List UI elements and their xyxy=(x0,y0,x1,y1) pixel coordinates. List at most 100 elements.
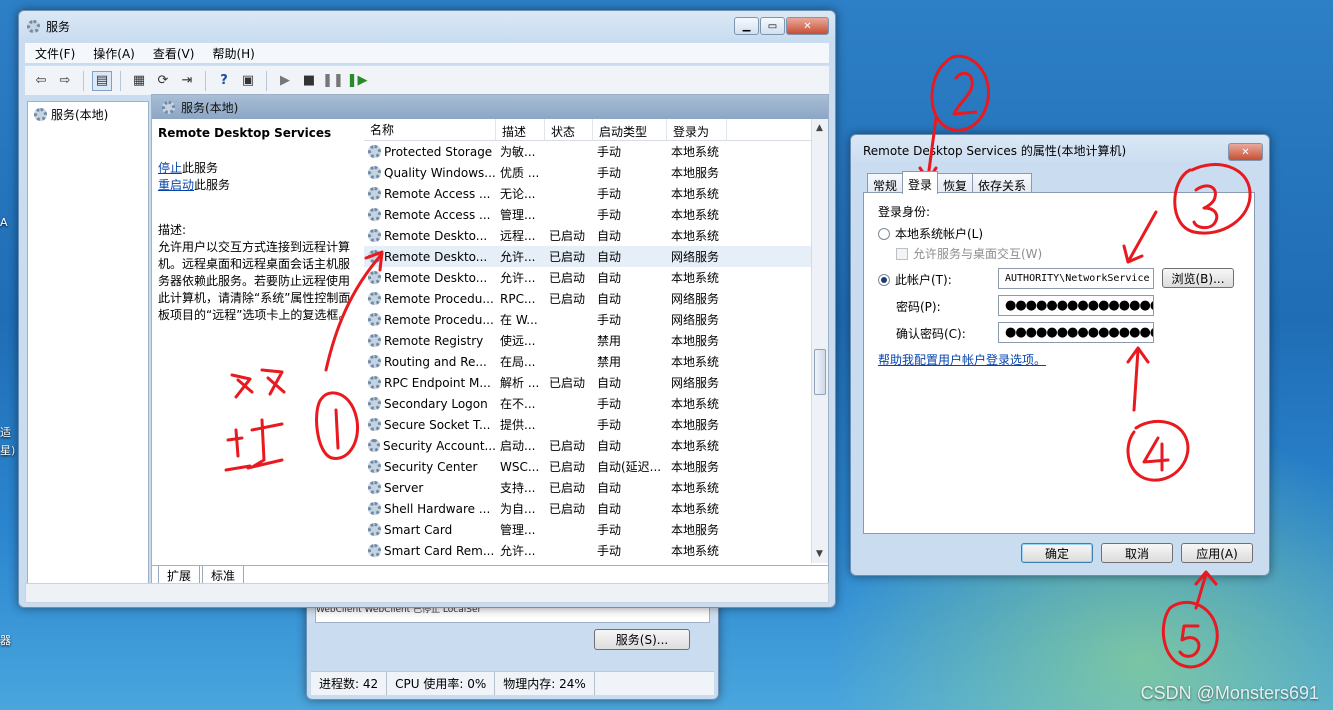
status-bar xyxy=(25,583,829,603)
table-row[interactable]: Protected Storage 为敏... 手动 本地系统 xyxy=(364,141,828,162)
table-row[interactable]: Secure Socket T... 提供... 手动 本地服务 xyxy=(364,414,828,435)
this-account-label[interactable]: 此帐户(T): xyxy=(895,271,952,288)
services-titlebar[interactable]: 服务 xyxy=(19,11,835,41)
table-row[interactable]: Smart Card Rem... 允许... 手动 本地系统 xyxy=(364,540,828,561)
stop-service-icon[interactable]: ■ xyxy=(299,71,319,91)
table-row[interactable]: Remote Registry 使远... 禁用 本地服务 xyxy=(364,330,828,351)
desktop-icon-label[interactable]: 器 xyxy=(0,632,11,648)
column-logon-as[interactable]: 登录为 xyxy=(667,119,727,140)
service-gear-icon xyxy=(368,208,381,221)
list-body: Protected Storage 为敏... 手动 本地系统 Quality Wind… xyxy=(364,141,828,561)
restart-link-suffix: 此服务 xyxy=(194,178,231,192)
cell-startup-type: 手动 xyxy=(597,208,622,222)
cell-status: 已启动 xyxy=(549,250,586,264)
tab-logon[interactable]: 登录 xyxy=(902,171,939,194)
dialog-titlebar[interactable]: Remote Desktop Services 的属性(本地计算机) xyxy=(851,135,1269,165)
account-field[interactable]: AUTHORITY\NetworkService xyxy=(998,268,1154,289)
scroll-thumb[interactable] xyxy=(814,349,826,395)
restart-service-link[interactable]: 重启动 xyxy=(158,178,194,192)
menu-view[interactable]: 查看(V) xyxy=(153,45,195,62)
cell-logon-as: 本地系统 xyxy=(671,208,720,222)
console-icon[interactable]: ▣ xyxy=(238,71,258,91)
cell-name-text: Security Center xyxy=(384,459,478,474)
service-gear-icon xyxy=(368,229,381,242)
allow-desktop-label[interactable]: 允许服务与桌面交互(W) xyxy=(913,245,1042,262)
local-system-radio[interactable] xyxy=(878,227,890,240)
table-row[interactable]: Remote Access ... 管理... 手动 本地系统 xyxy=(364,204,828,225)
cell-description: 启动... xyxy=(500,439,536,453)
vertical-scrollbar[interactable]: ▲ ▼ xyxy=(811,119,828,563)
properties-icon[interactable]: ▦ xyxy=(129,71,149,91)
desktop-icon-label[interactable]: 星) xyxy=(0,442,15,458)
tab-recovery[interactable]: 恢复 xyxy=(937,173,974,193)
table-row[interactable]: Server 支持... 已启动 自动 本地系统 xyxy=(364,477,828,498)
password-field[interactable]: ●●●●●●●●●●●●●●● xyxy=(998,295,1154,316)
cell-name-text: Secondary Logon xyxy=(384,396,488,411)
window-title: 服务 xyxy=(46,19,71,34)
table-row[interactable]: Remote Deskto... 远程... 已启动 自动 本地系统 xyxy=(364,225,828,246)
table-row[interactable]: Remote Deskto... 允许... 已启动 自动 本地系统 xyxy=(364,267,828,288)
tab-dependencies[interactable]: 依存关系 xyxy=(972,173,1033,193)
local-system-label[interactable]: 本地系统帐户(L) xyxy=(895,225,983,242)
export-icon[interactable]: ⇥ xyxy=(177,71,197,91)
scroll-down-icon[interactable]: ▼ xyxy=(816,549,823,559)
table-row[interactable]: Quality Windows... 优质 ... 手动 本地服务 xyxy=(364,162,828,183)
stop-service-link[interactable]: 停止 xyxy=(158,161,182,175)
cell-description: 在 W... xyxy=(500,313,538,327)
restart-service-icon[interactable]: ❚▶ xyxy=(347,71,368,91)
confirm-password-field[interactable]: ●●●●●●●●●●●●●●● xyxy=(998,322,1154,343)
table-row[interactable]: Remote Access ... 无论... 手动 本地系统 xyxy=(364,183,828,204)
services-button[interactable]: 服务(S)... xyxy=(594,629,690,650)
table-row[interactable]: Smart Card 管理... 手动 本地服务 xyxy=(364,519,828,540)
menu-file[interactable]: 文件(F) xyxy=(35,45,75,62)
service-gear-icon xyxy=(368,502,381,515)
table-row[interactable]: Remote Procedu... 在 W... 手动 网络服务 xyxy=(364,309,828,330)
table-row[interactable]: Routing and Re... 在局... 禁用 本地系统 xyxy=(364,351,828,372)
toolbar: ⇦ ⇨ ▤ ▦ ⟳ ⇥ ? ▣ ▶ ■ ❚❚ ❚▶ xyxy=(25,65,829,95)
refresh-icon[interactable]: ⟳ xyxy=(153,71,173,91)
desktop-icon-label[interactable]: A xyxy=(0,216,8,229)
minimize-button[interactable]: ▁ xyxy=(734,17,759,35)
table-row[interactable]: Security Account... 启动... 已启动 自动 本地系统 xyxy=(364,435,828,456)
pause-service-icon[interactable]: ❚❚ xyxy=(322,71,344,91)
table-row[interactable]: Shell Hardware ... 为自... 已启动 自动 本地系统 xyxy=(364,498,828,519)
column-name[interactable]: 名称 xyxy=(364,119,496,140)
allow-desktop-checkbox[interactable] xyxy=(896,247,908,260)
tree-item-services-local[interactable]: 服务(本地) xyxy=(34,106,142,123)
maximize-button[interactable]: ▭ xyxy=(760,17,785,35)
table-row[interactable]: Security Center WSC... 已启动 自动(延迟... 本地服务 xyxy=(364,456,828,477)
scroll-up-icon[interactable]: ▲ xyxy=(816,123,823,133)
menu-help[interactable]: 帮助(H) xyxy=(212,45,254,62)
browse-button[interactable]: 浏览(B)... xyxy=(1162,268,1234,288)
cancel-button[interactable]: 取消 xyxy=(1101,543,1173,563)
memory-usage: 物理内存: 24% xyxy=(495,672,595,695)
column-status[interactable]: 状态 xyxy=(545,119,593,140)
table-row[interactable]: Remote Deskto... 允许... 已启动 自动 网络服务 xyxy=(364,246,828,267)
help-icon[interactable]: ? xyxy=(214,71,234,91)
list-header: 名称 描述 状态 启动类型 登录为 xyxy=(364,119,828,141)
ok-button[interactable]: 确定 xyxy=(1021,543,1093,563)
column-description[interactable]: 描述 xyxy=(496,119,545,140)
column-startup-type[interactable]: 启动类型 xyxy=(593,119,667,140)
cell-name-text: Remote Access ... xyxy=(384,186,491,201)
cell-name: RPC Endpoint M... xyxy=(364,376,496,390)
desktop-icon-label[interactable]: 适 xyxy=(0,424,11,440)
table-row[interactable]: RPC Endpoint M... 解析 ... 已启动 自动 网络服务 xyxy=(364,372,828,393)
show-tree-icon[interactable]: ▤ xyxy=(92,70,112,91)
properties-dialog: Remote Desktop Services 的属性(本地计算机) ✕ 常规 … xyxy=(850,134,1270,576)
cell-startup-type: 手动 xyxy=(597,187,622,201)
tab-general[interactable]: 常规 xyxy=(867,173,904,193)
menu-action[interactable]: 操作(A) xyxy=(93,45,135,62)
apply-button[interactable]: 应用(A) xyxy=(1181,543,1253,563)
forward-icon[interactable]: ⇨ xyxy=(55,71,75,91)
this-account-radio[interactable] xyxy=(878,273,890,286)
close-button[interactable]: ✕ xyxy=(786,17,829,35)
back-icon[interactable]: ⇦ xyxy=(31,71,51,91)
table-row[interactable]: Secondary Logon 在不... 手动 本地系统 xyxy=(364,393,828,414)
cell-logon-as: 本地系统 xyxy=(671,355,720,369)
start-service-icon[interactable]: ▶ xyxy=(275,71,295,91)
table-row[interactable]: Remote Procedu... RPC... 已启动 自动 网络服务 xyxy=(364,288,828,309)
help-configure-link[interactable]: 帮助我配置用户帐户登录选项。 xyxy=(878,351,1046,368)
cell-description: RPC... xyxy=(500,291,536,306)
dialog-close-button[interactable]: ✕ xyxy=(1228,143,1263,161)
